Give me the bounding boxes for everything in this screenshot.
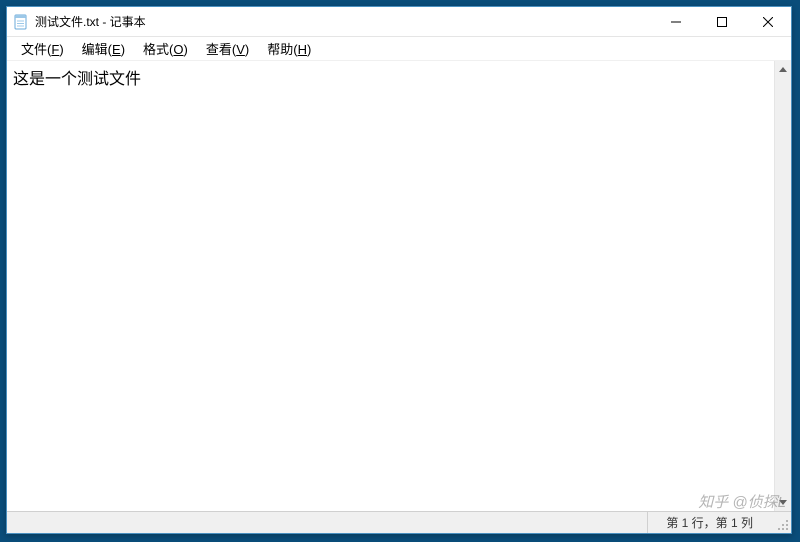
menu-edit[interactable]: 编辑(E)	[74, 37, 133, 60]
window-controls	[653, 7, 791, 36]
menubar: 文件(F) 编辑(E) 格式(O) 查看(V) 帮助(H)	[7, 37, 791, 61]
window-title: 测试文件.txt - 记事本	[35, 13, 146, 30]
scroll-up-icon[interactable]	[775, 61, 791, 78]
notepad-window: 测试文件.txt - 记事本 文件(F) 编辑(E) 格式(O) 查看(V) 帮…	[6, 6, 792, 534]
content-area: 这是一个测试文件	[7, 61, 791, 511]
titlebar[interactable]: 测试文件.txt - 记事本	[7, 7, 791, 37]
scroll-down-icon[interactable]	[775, 494, 791, 511]
title-left: 测试文件.txt - 记事本	[7, 13, 653, 30]
maximize-button[interactable]	[699, 7, 745, 36]
statusbar: 第 1 行，第 1 列	[7, 511, 791, 533]
menu-format[interactable]: 格式(O)	[135, 37, 196, 60]
menu-view[interactable]: 查看(V)	[198, 37, 257, 60]
minimize-button[interactable]	[653, 7, 699, 36]
resize-grip-icon[interactable]	[777, 519, 789, 531]
vertical-scrollbar[interactable]	[774, 61, 791, 511]
cursor-position: 第 1 行，第 1 列	[647, 512, 771, 533]
menu-help[interactable]: 帮助(H)	[259, 37, 319, 60]
notepad-icon	[13, 14, 29, 30]
text-editor[interactable]: 这是一个测试文件	[7, 61, 774, 511]
close-button[interactable]	[745, 7, 791, 36]
menu-file[interactable]: 文件(F)	[13, 37, 72, 60]
